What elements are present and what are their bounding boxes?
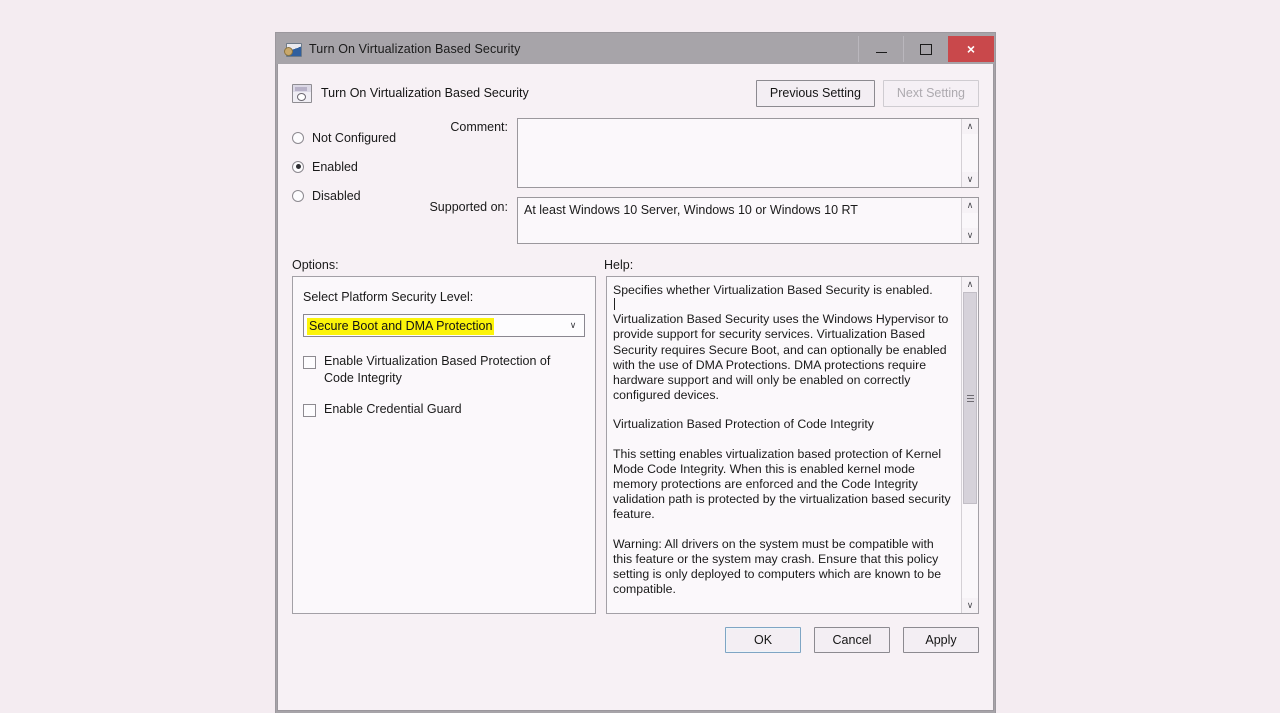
options-panel: Select Platform Security Level: Secure B…	[292, 276, 596, 614]
supported-on-scrollbar[interactable]: ∧ ∨	[961, 198, 978, 243]
help-scroll-down-icon[interactable]: ∨	[962, 598, 978, 613]
comment-label: Comment:	[450, 120, 508, 134]
comment-textarea[interactable]: ∧ ∨	[517, 118, 979, 188]
setting-title: Turn On Virtualization Based Security	[321, 86, 529, 100]
state-and-fields: Not Configured Enabled Disabled Comment:	[278, 110, 993, 244]
radio-disabled-label: Disabled	[312, 188, 361, 203]
setting-icon	[292, 83, 312, 103]
help-scroll-up-icon[interactable]: ∧	[962, 277, 978, 292]
comment-row: Comment: ∧ ∨	[419, 118, 979, 188]
policy-setting-dialog: Turn On Virtualization Based Security × …	[276, 33, 995, 713]
scroll-grip-icon	[966, 394, 974, 402]
platform-security-level-combobox[interactable]: Secure Boot and DMA Protection ∨	[303, 314, 585, 337]
comment-scroll-down-icon[interactable]: ∨	[962, 172, 978, 187]
radio-disabled[interactable]: Disabled	[292, 181, 417, 210]
close-button[interactable]: ×	[948, 36, 994, 62]
maximize-button[interactable]	[903, 36, 948, 62]
checkbox-credential-guard-label: Enable Credential Guard	[324, 402, 462, 416]
help-label: Help:	[604, 258, 634, 272]
chevron-down-icon[interactable]: ∨	[562, 320, 584, 331]
supported-on-textarea[interactable]: At least Windows 10 Server, Windows 10 o…	[517, 197, 979, 244]
policy-state-group: Not Configured Enabled Disabled	[292, 118, 417, 244]
close-icon: ×	[966, 41, 976, 57]
previous-setting-button[interactable]: Previous Setting	[755, 79, 875, 107]
checkbox-code-integrity-control[interactable]	[303, 356, 316, 369]
supported-on-label: Supported on:	[429, 200, 508, 214]
apply-button[interactable]: Apply	[903, 627, 979, 653]
comment-scroll-track[interactable]	[962, 134, 978, 172]
radio-not-configured-label: Not Configured	[312, 130, 397, 145]
supported-scroll-down-icon[interactable]: ∨	[962, 228, 978, 243]
checkbox-code-integrity-label: Enable Virtualization Based Protection o…	[324, 354, 551, 385]
radio-not-configured[interactable]: Not Configured	[292, 123, 417, 152]
window-title: Turn On Virtualization Based Security	[309, 42, 521, 56]
comment-scroll-up-icon[interactable]: ∧	[962, 119, 978, 134]
panels: Select Platform Security Level: Secure B…	[278, 276, 993, 614]
comment-value[interactable]	[518, 119, 961, 187]
supported-scroll-up-icon[interactable]: ∧	[962, 198, 978, 213]
help-paragraph: Virtualization Based Security uses the W…	[613, 312, 949, 403]
fields-column: Comment: ∧ ∨ Supported on: At least Wind…	[417, 118, 979, 244]
help-paragraph: This setting enables virtualization base…	[613, 446, 951, 522]
platform-security-level-label: Select Platform Security Level:	[303, 290, 474, 304]
maximize-icon	[920, 43, 932, 55]
help-panel: Specifies whether Virtualization Based S…	[606, 276, 979, 614]
checkbox-code-integrity[interactable]: Enable Virtualization Based Protection o…	[303, 353, 585, 387]
title-bar[interactable]: Turn On Virtualization Based Security ×	[277, 34, 994, 64]
radio-enabled-control[interactable]	[292, 160, 304, 173]
dialog-client-area: Turn On Virtualization Based Security Pr…	[277, 64, 994, 711]
platform-security-level-value: Secure Boot and DMA Protection	[307, 317, 495, 335]
comment-scrollbar[interactable]: ∧ ∨	[961, 119, 978, 187]
radio-enabled-label: Enabled	[312, 159, 358, 174]
supported-on-row: Supported on: At least Windows 10 Server…	[419, 188, 979, 244]
radio-enabled[interactable]: Enabled	[292, 152, 417, 181]
help-scrollbar[interactable]: ∧ ∨	[961, 277, 978, 613]
cancel-button[interactable]: Cancel	[814, 627, 890, 653]
radio-not-configured-control[interactable]	[292, 131, 304, 144]
help-paragraph: Virtualization Based Protection of Code …	[613, 417, 874, 432]
help-paragraph: Warning: All drivers on the system must …	[613, 536, 942, 597]
supported-on-value: At least Windows 10 Server, Windows 10 o…	[524, 203, 858, 217]
policy-setting-icon	[284, 41, 302, 57]
help-paragraph: Credential Guard	[613, 611, 954, 613]
help-scroll-track[interactable]	[962, 292, 978, 598]
help-text[interactable]: Specifies whether Virtualization Based S…	[607, 277, 961, 613]
checkbox-credential-guard[interactable]: Enable Credential Guard	[303, 401, 585, 418]
checkbox-credential-guard-control[interactable]	[303, 404, 316, 417]
radio-disabled-control[interactable]	[292, 189, 304, 202]
options-label: Options:	[292, 258, 339, 272]
next-setting-button: Next Setting	[882, 79, 979, 107]
minimize-button[interactable]	[858, 36, 903, 62]
minimize-icon	[875, 51, 887, 53]
setting-header: Turn On Virtualization Based Security Pr…	[278, 64, 993, 110]
help-scroll-thumb[interactable]	[963, 292, 977, 504]
text-caret	[614, 298, 615, 310]
supported-scroll-track[interactable]	[962, 213, 978, 228]
dialog-buttons: OK Cancel Apply	[278, 614, 993, 653]
ok-button[interactable]: OK	[725, 627, 801, 653]
window-controls: ×	[858, 36, 994, 62]
help-paragraph: Specifies whether Virtualization Based S…	[613, 283, 933, 297]
panel-labels: Options: Help:	[278, 244, 993, 276]
